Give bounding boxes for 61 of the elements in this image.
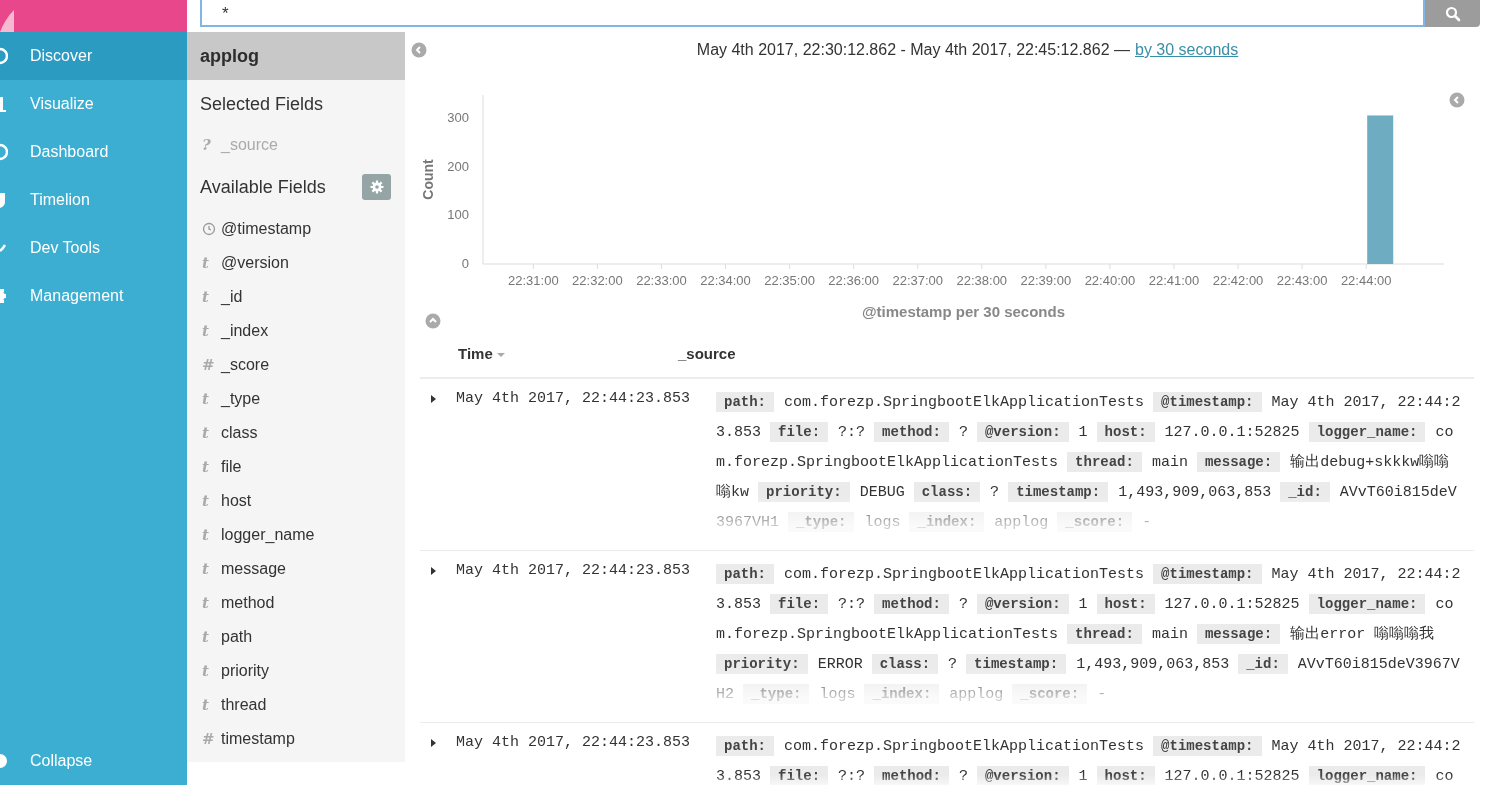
field-item[interactable]: # _score [187,348,405,382]
x-tick-label: 22:37:00 [892,273,944,288]
logo-icon [0,10,14,32]
x-tick-label: 22:33:00 [636,273,687,288]
search-field[interactable]: * [200,0,1425,27]
x-tick-label: 22:39:00 [1020,273,1072,288]
field-item[interactable]: @timestamp [187,212,405,246]
source-document: path: com.forezp.SpringbootElkApplicationTests @timestamp: May 4th 2017, 22:44:23.853 file: ?:? method: ? @version: 1 host: 127.0.0.1:52825 logger_name: com.forezp.SpringbootElkApplicationTests thread: main message: 输出debug+skkkw嗡嗡嗡kw priority: DEBUG class: ? timestamp: 1,493,909,063,853 _id: AVvT60i815deV3967VH1 _type: logs _index: applog _score: - [716,391,1461,534]
field-item[interactable]: t _index [187,314,405,348]
x-tick-label: 22:32:00 [572,273,623,288]
field-item[interactable]: t priority [187,654,405,688]
x-tick-label: 22:35:00 [764,273,815,288]
x-tick-label: 22:38:00 [956,273,1008,288]
y-axis-title: Count [420,159,436,200]
field-item[interactable]: # timestamp [187,722,405,756]
y-tick-label: 100 [447,207,469,223]
x-tick-label: 22:44:00 [1340,273,1392,288]
interval-link[interactable]: by 30 seconds [1135,38,1239,62]
section-heading: Available Fields [200,175,327,199]
settings-button[interactable] [362,174,391,200]
collapse-icon [425,313,441,329]
search-icon [1444,5,1461,22]
x-tick-label: 22:43:00 [1276,273,1328,288]
source-document: path: com.forezp.SpringbootElkApplicationTests @timestamp: May 4th 2017, 22:44:23.853 file: ?:? method: ? @version: 1 host: 127.0.0.1:52825 logger_name: co [716,735,1461,785]
x-tick-label: 22:34:00 [700,273,751,288]
field-item[interactable]: t @version [187,246,405,280]
collapse-icon [411,42,427,58]
field-item[interactable]: t method [187,586,405,620]
x-tick-label: 22:40:00 [1084,273,1136,288]
time-range: May 4th 2017, 22:30:12.862 - May 4th 2017, 22:45:12.862 — [696,40,1130,60]
field-item[interactable]: t _id [187,280,405,314]
field-item[interactable]: t class [187,416,405,450]
settings-icon [369,180,384,194]
section-heading: Selected Fields [199,92,325,116]
y-tick-label: 200 [447,158,469,174]
x-tick-label: 22:42:00 [1212,273,1264,288]
field-item[interactable]: t thread [187,688,405,722]
table-cell-text: May 4th 2017, 22:44:23.853 [456,733,691,753]
field-item[interactable]: t message [187,552,405,586]
y-tick-label: 300 [447,109,469,125]
table-cell-text: May 4th 2017, 22:44:23.853 [456,389,691,409]
x-tick-label: 22:31:00 [508,273,559,288]
field-item[interactable]: t path [187,620,405,654]
x-axis-title: @timestamp per 30 seconds [862,303,1065,320]
field-item[interactable]: t host [187,484,405,518]
histogram-bar[interactable] [1367,115,1394,264]
source-document: path: com.forezp.SpringbootElkApplicationTests @timestamp: May 4th 2017, 22:44:23.853 file: ?:? method: ? @version: 1 host: 127.0.0.1:52825 logger_name: com.forezp.SpringbootElkApplicationTests thread: main message: 输出error 嗡嗡嗡我 priority: ERROR class: ? timestamp: 1,493,909,063,853 _id: AVvT60i815deV3967VH2 _type: logs _index: applog _score: - [716,563,1461,706]
field-item[interactable]: t file [187,450,405,484]
column-header: _source [678,344,736,365]
search-button[interactable] [1425,0,1480,27]
collapse-icon [1449,92,1465,108]
field-item[interactable]: t logger_name [187,518,405,552]
field-item[interactable]: t _type [187,382,405,416]
column-header[interactable]: Time [458,343,493,366]
y-tick-label: 0 [461,256,469,271]
index-pattern-title[interactable]: applog [187,32,405,80]
clock-icon [202,222,216,236]
x-tick-label: 22:41:00 [1148,273,1200,288]
x-tick-label: 22:36:00 [828,273,879,288]
table-cell-text: May 4th 2017, 22:44:23.853 [456,561,691,581]
sort-icon [495,350,506,359]
